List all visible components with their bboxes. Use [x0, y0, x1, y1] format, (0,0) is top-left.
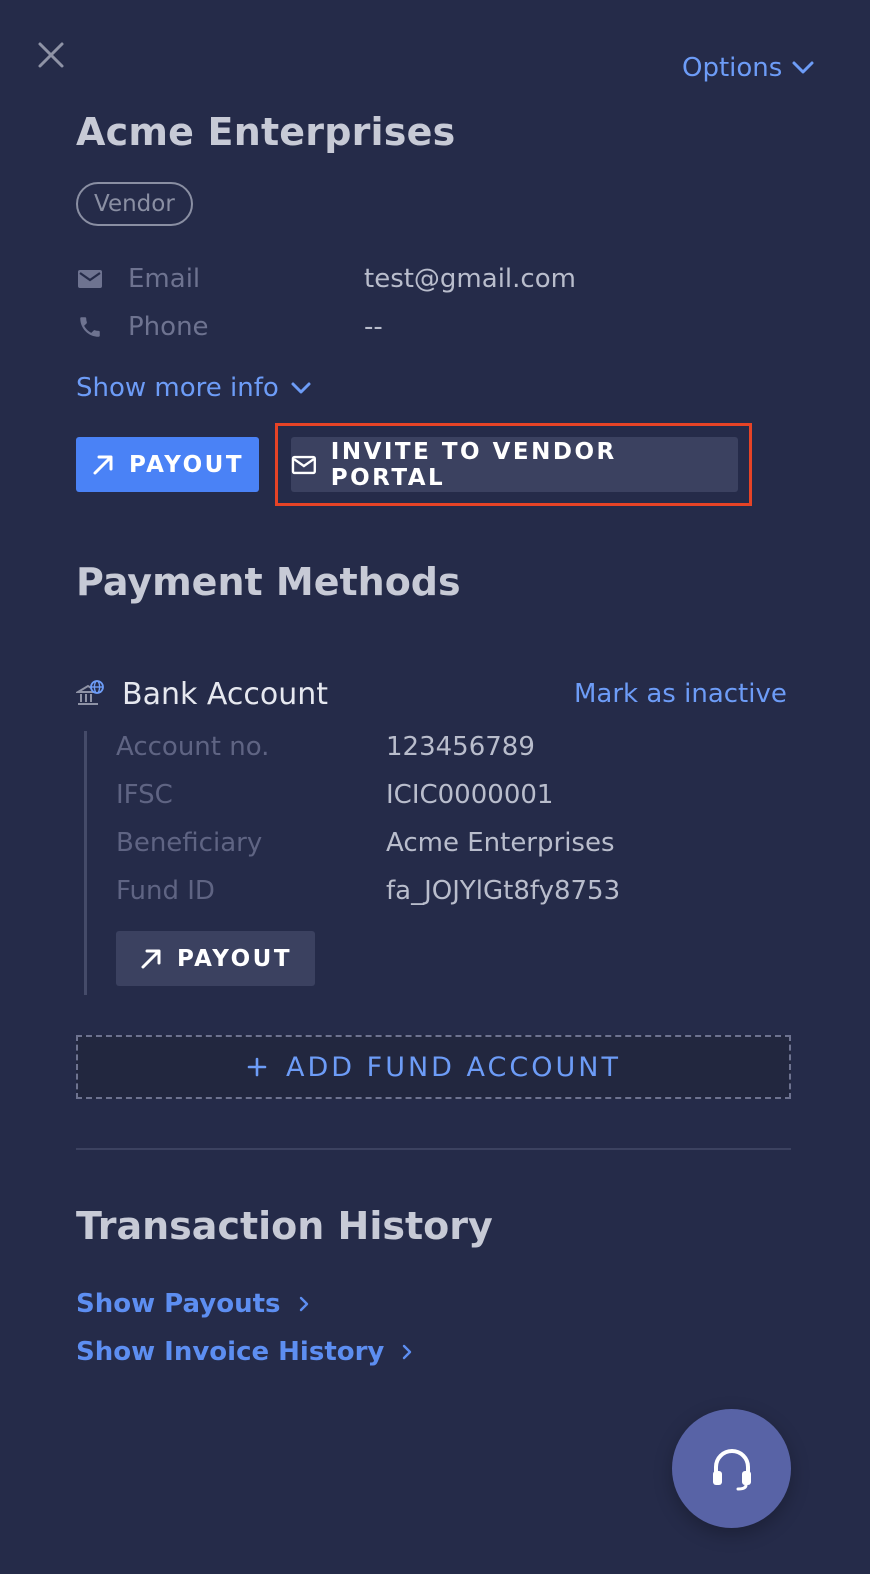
- arrow-up-right-icon: [141, 949, 161, 968]
- chevron-down-icon: [792, 61, 814, 74]
- transaction-history-heading: Transaction History: [76, 1204, 493, 1248]
- add-fund-account-button[interactable]: ADD FUND ACCOUNT: [76, 1035, 791, 1099]
- show-invoice-history-label: Show Invoice History: [76, 1337, 385, 1367]
- invite-button-label: INVITE TO VENDOR PORTAL: [330, 438, 617, 491]
- mail-icon: [76, 265, 104, 293]
- chevron-right-icon: [299, 1296, 308, 1312]
- phone-icon: [76, 313, 104, 341]
- contact-type-badge: Vendor: [76, 182, 193, 226]
- section-divider: [76, 1148, 791, 1150]
- email-label: Email: [128, 264, 201, 294]
- ifsc-row: IFSC ICIC0000001: [116, 775, 553, 815]
- show-payouts-label: Show Payouts: [76, 1289, 281, 1319]
- email-value: test@gmail.com: [364, 264, 576, 294]
- bank-globe-icon: [76, 680, 104, 705]
- support-chat-button[interactable]: [672, 1409, 791, 1528]
- chevron-down-icon: [291, 382, 311, 394]
- fund-id-row: Fund ID fa_JOJYlGt8fy8753: [116, 871, 620, 911]
- close-button[interactable]: [34, 38, 68, 72]
- payout-button-label: PAYOUT: [128, 451, 245, 478]
- account-number-label: Account no.: [116, 732, 270, 762]
- mail-outline-icon: [291, 455, 316, 474]
- beneficiary-value: Acme Enterprises: [386, 828, 615, 858]
- account-payout-button[interactable]: PAYOUT: [116, 931, 315, 986]
- show-more-info-link[interactable]: Show more info: [76, 368, 313, 408]
- options-label: Options: [682, 53, 783, 83]
- bank-account-header: Bank Account: [76, 672, 328, 716]
- payout-button[interactable]: PAYOUT: [76, 437, 259, 492]
- beneficiary-row: Beneficiary Acme Enterprises: [116, 823, 615, 863]
- payment-methods-heading: Payment Methods: [76, 560, 461, 604]
- mark-as-inactive-link[interactable]: Mark as inactive: [574, 674, 787, 714]
- fund-id-label: Fund ID: [116, 876, 215, 906]
- vendor-name: Acme Enterprises: [76, 110, 456, 154]
- chevron-right-icon: [403, 1344, 412, 1360]
- add-fund-label: ADD FUND ACCOUNT: [286, 1051, 621, 1083]
- vendor-details-panel: Options Acme Enterprises Vendor Email te…: [0, 0, 870, 1574]
- ifsc-value: ICIC0000001: [386, 780, 554, 810]
- plus-icon: [247, 1057, 267, 1077]
- account-details-bar: [84, 731, 87, 995]
- headset-icon: [712, 1448, 751, 1490]
- account-payout-label: PAYOUT: [176, 945, 293, 972]
- fund-id-value: fa_JOJYlGt8fy8753: [386, 876, 621, 906]
- close-icon: [38, 42, 64, 68]
- invite-to-vendor-portal-button[interactable]: INVITE TO VENDOR PORTAL: [291, 437, 738, 492]
- show-more-label: Show more info: [76, 373, 279, 403]
- show-invoice-history-link[interactable]: Show Invoice History: [76, 1332, 414, 1372]
- beneficiary-label: Beneficiary: [116, 828, 263, 858]
- show-payouts-link[interactable]: Show Payouts: [76, 1284, 311, 1324]
- bank-account-label: Bank Account: [122, 676, 329, 712]
- account-number-row: Account no. 123456789: [116, 727, 535, 767]
- arrow-up-right-icon: [93, 455, 113, 474]
- options-dropdown[interactable]: Options: [682, 48, 816, 88]
- email-row: Email test@gmail.com: [76, 259, 576, 299]
- ifsc-label: IFSC: [116, 780, 173, 810]
- phone-value: --: [364, 312, 383, 342]
- account-number-value: 123456789: [386, 732, 535, 762]
- phone-label: Phone: [128, 312, 209, 342]
- phone-row: Phone --: [76, 307, 383, 347]
